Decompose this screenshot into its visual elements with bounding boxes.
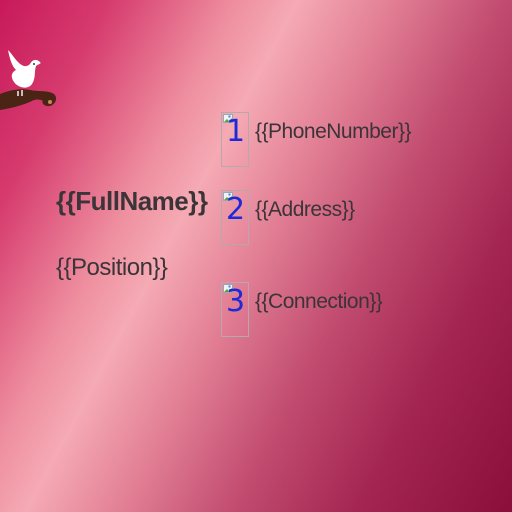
phone-number-field: {{PhoneNumber}} <box>255 120 411 143</box>
phone-number-index: 1 <box>226 114 246 149</box>
address-field: {{Address}} <box>255 198 355 221</box>
image-placeholder-icon: 3 <box>221 282 249 337</box>
job-position: {{Position}} <box>56 254 168 281</box>
business-card: {{FullName}} {{Position}} 1 {{PhoneNumbe… <box>0 0 512 512</box>
connection-field: {{Connection}} <box>255 290 383 313</box>
image-placeholder-icon: 2 <box>221 190 249 245</box>
full-name: {{FullName}} <box>56 186 208 216</box>
address-index: 2 <box>226 192 246 227</box>
connection-index: 3 <box>226 284 246 319</box>
image-placeholder-icon: 1 <box>221 112 249 167</box>
bird-on-branch-logo <box>0 50 57 110</box>
